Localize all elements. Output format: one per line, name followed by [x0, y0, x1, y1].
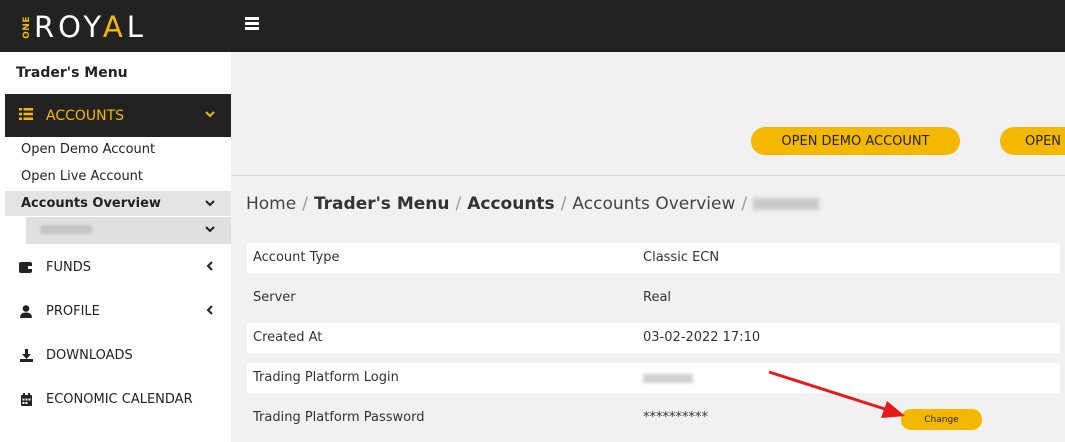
- breadcrumb: Home / Trader's Menu / Accounts / Accounts Ove…: [246, 194, 820, 214]
- detail-label: Trading Platform Login: [253, 370, 399, 385]
- breadcrumb-home[interactable]: Home: [246, 194, 296, 214]
- sidebar-subitem-open-live[interactable]: Open Live Account: [21, 169, 143, 184]
- detail-value: Real: [643, 290, 672, 305]
- chevron-left-icon: [206, 260, 213, 274]
- hamburger-menu-icon[interactable]: [245, 17, 259, 35]
- sidebar-item-profile[interactable]: PROFILE: [0, 294, 231, 328]
- redacted-account-number: [40, 225, 92, 234]
- redacted-login-value: [643, 374, 693, 383]
- sidebar-subitem-accounts-overview[interactable]: Accounts Overview: [5, 191, 231, 216]
- detail-value: 03-02-2022 17:10: [643, 330, 761, 345]
- chevron-down-icon: [205, 108, 215, 121]
- sidebar-item-label: FUNDS: [46, 259, 91, 275]
- sidebar-item-label: ACCOUNTS: [46, 107, 125, 124]
- breadcrumb-accounts[interactable]: Accounts: [467, 194, 554, 214]
- top-bar: ONE ROYAL: [0, 0, 1065, 52]
- breadcrumb-accounts-overview: Accounts Overview: [572, 194, 736, 214]
- sidebar-subitem-open-demo[interactable]: Open Demo Account: [21, 142, 155, 157]
- sidebar-item-funds[interactable]: FUNDS: [0, 250, 231, 284]
- list-icon: [19, 107, 33, 124]
- detail-label: Account Type: [253, 250, 340, 265]
- logo-text: ROYAL: [34, 10, 147, 44]
- sidebar-account-number[interactable]: [26, 217, 231, 244]
- detail-row-created-at: Created At 03-02-2022 17:10: [247, 323, 1060, 353]
- chevron-left-icon: [206, 304, 213, 318]
- detail-label: Created At: [253, 330, 323, 345]
- download-icon: [19, 348, 33, 362]
- sidebar-subitem-label: Accounts Overview: [21, 196, 161, 211]
- detail-row-server: Server Real: [247, 283, 1060, 313]
- chevron-down-icon: [205, 197, 215, 210]
- sidebar: Trader's Menu ACCOUNTS Open Demo Account…: [0, 52, 231, 442]
- detail-label: Trading Platform Password: [253, 410, 425, 425]
- user-icon: [19, 304, 33, 318]
- detail-value: **********: [643, 410, 708, 425]
- detail-value: Classic ECN: [643, 250, 720, 265]
- sidebar-item-economic-calendar[interactable]: ECONOMIC CALENDAR: [0, 382, 231, 416]
- header-divider: [231, 175, 1065, 176]
- calendar-icon: [19, 392, 33, 406]
- sidebar-item-label: ECONOMIC CALENDAR: [46, 391, 193, 407]
- sidebar-item-downloads[interactable]: DOWNLOADS: [0, 338, 231, 372]
- brand-logo[interactable]: ONE ROYAL: [22, 11, 147, 43]
- open-demo-account-button[interactable]: OPEN DEMO ACCOUNT: [751, 127, 960, 155]
- breadcrumb-traders-menu[interactable]: Trader's Menu: [314, 194, 450, 214]
- sidebar-item-label: PROFILE: [46, 303, 100, 319]
- sidebar-title: Trader's Menu: [16, 65, 128, 81]
- change-password-button[interactable]: Change: [901, 409, 982, 430]
- breadcrumb-redacted-account: [753, 198, 820, 210]
- open-live-account-button[interactable]: OPEN: [1000, 127, 1065, 155]
- detail-label: Server: [253, 290, 296, 305]
- chevron-down-icon: [205, 223, 215, 236]
- sidebar-item-label: DOWNLOADS: [46, 347, 133, 363]
- detail-row-platform-login: Trading Platform Login: [247, 363, 1060, 393]
- wallet-icon: [19, 261, 33, 273]
- detail-row-account-type: Account Type Classic ECN: [247, 243, 1060, 273]
- sidebar-item-accounts[interactable]: ACCOUNTS: [5, 94, 231, 137]
- logo-small-text: ONE: [22, 15, 32, 39]
